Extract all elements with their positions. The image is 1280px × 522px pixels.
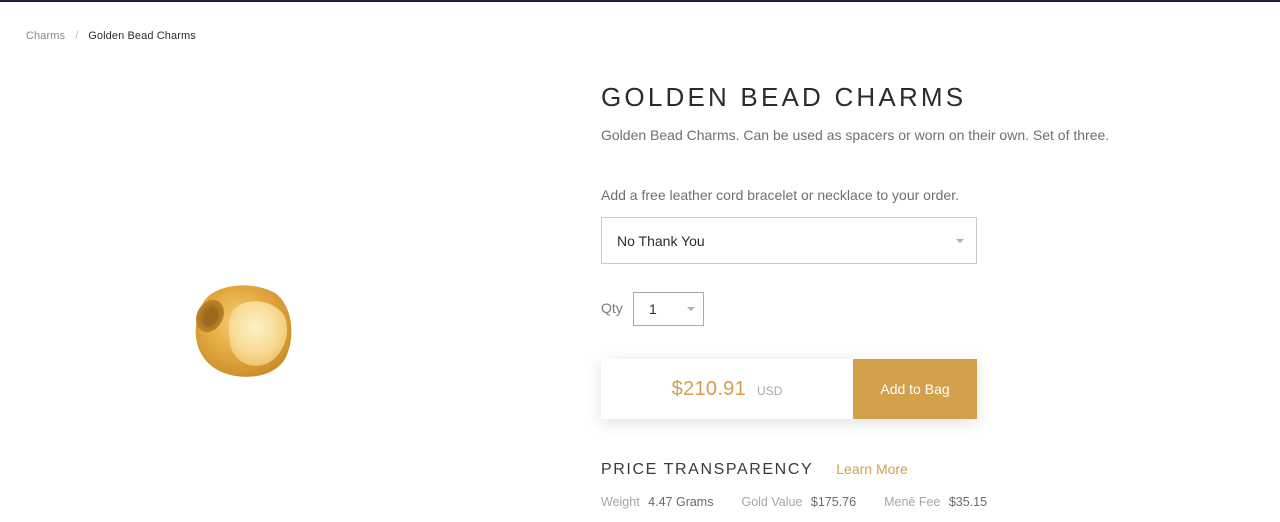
breadcrumb-current: Golden Bead Charms: [88, 30, 196, 42]
product-description: Golden Bead Charms. Can be used as space…: [601, 127, 1110, 143]
qty-label: Qty: [601, 300, 623, 316]
price-area: $210.91 USD: [601, 359, 853, 419]
breadcrumb-link-charms[interactable]: Charms: [26, 30, 65, 42]
price-stats: Weight 4.47 Grams Gold Value $175.76 Men…: [601, 495, 1015, 509]
product-title: GOLDEN BEAD CHARMS: [601, 82, 967, 112]
stat-weight: Weight 4.47 Grams: [601, 495, 713, 509]
stat-gold-value: Gold Value $175.76: [741, 495, 856, 509]
price-transparency-header: PRICE TRANSPARENCY Learn More: [601, 461, 908, 479]
price: $210.91: [671, 377, 747, 400]
addon-selected-value: No Thank You: [617, 232, 705, 249]
stat-label: Menē Fee: [884, 495, 941, 509]
addon-label: Add a free leather cord bracelet or neck…: [601, 187, 959, 203]
gold-bead-image: [195, 285, 292, 377]
stat-label: Weight: [601, 495, 640, 509]
stat-value: 4.47 Grams: [648, 495, 714, 509]
breadcrumb-separator: /: [75, 30, 79, 42]
top-border: [0, 0, 1280, 2]
stat-value: $35.15: [948, 495, 988, 509]
stat-mene-fee: Menē Fee $35.15: [884, 495, 987, 509]
breadcrumb: Charms / Golden Bead Charms: [26, 30, 196, 42]
stat-label: Gold Value: [741, 495, 803, 509]
currency: USD: [757, 384, 783, 398]
chevron-down-icon: [687, 307, 695, 311]
add-to-bag-button[interactable]: Add to Bag: [853, 359, 977, 419]
stat-value: $175.76: [810, 495, 857, 509]
product-image[interactable]: [180, 275, 300, 387]
quantity-selected-value: 1: [649, 301, 657, 317]
price-transparency-title: PRICE TRANSPARENCY: [601, 461, 814, 478]
addon-select[interactable]: No Thank You: [601, 217, 977, 264]
learn-more-link[interactable]: Learn More: [836, 461, 908, 477]
chevron-down-icon: [956, 239, 964, 243]
quantity-select[interactable]: 1: [633, 292, 704, 326]
purchase-box: $210.91 USD Add to Bag: [601, 359, 977, 419]
